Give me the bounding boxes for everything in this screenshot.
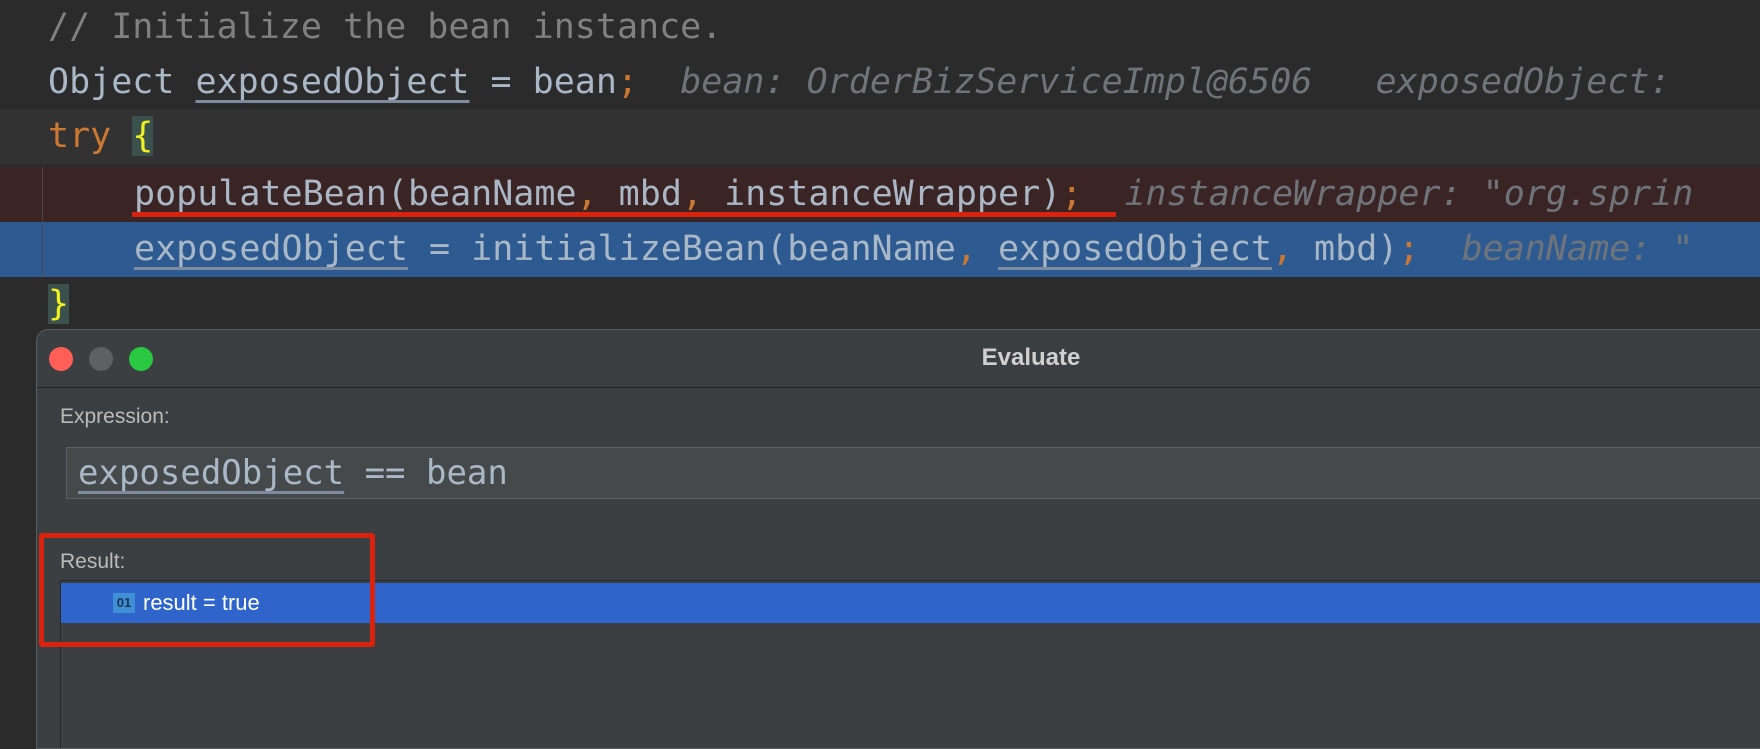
code-token: ,: [1271, 229, 1293, 269]
code-token: exposedObject: [997, 229, 1272, 269]
expression-variable: exposedObject: [78, 453, 345, 493]
code-line[interactable]: Object exposedObject = bean; bean: Order…: [0, 55, 1760, 110]
code-token: exposedObject: [134, 229, 408, 269]
code-line[interactable]: exposedObject = initializeBean(beanName,…: [0, 222, 1760, 277]
inline-value-hint: bean: OrderBizServiceImpl@6506 exposedOb…: [638, 62, 1671, 102]
code-token: }: [48, 284, 70, 324]
code-token: ,: [681, 174, 703, 214]
gutter-divider: [42, 167, 43, 277]
annotation-underline: [132, 212, 1116, 217]
code-token: ;: [616, 62, 639, 102]
code-token: instanceWrapper: [724, 174, 1041, 214]
code-text: Object exposedObject = bean; bean: Order…: [48, 55, 1671, 110]
code-text: try {: [48, 109, 154, 164]
dialog-title: Evaluate: [981, 344, 1081, 371]
expression-label: Expression:: [60, 405, 170, 428]
expression-input[interactable]: exposedObject == bean: [66, 447, 1760, 499]
code-token: ;: [1061, 174, 1083, 214]
code-token: ;: [1398, 229, 1420, 269]
code-token: try: [48, 116, 112, 156]
code-token: ,: [576, 174, 598, 214]
code-token: mbd: [597, 174, 682, 214]
code-token: populateBean: [134, 174, 387, 214]
dialog-titlebar[interactable]: Evaluate: [37, 330, 1760, 388]
code-token: ): [1040, 174, 1062, 214]
annotation-box: [39, 533, 375, 647]
code-text: // Initialize the bean instance.: [48, 0, 722, 55]
code-text: exposedObject = initializeBean(beanName,…: [134, 222, 1693, 277]
code-token: mbd): [1292, 229, 1399, 269]
code-text: }: [48, 277, 70, 332]
inline-value-hint: beanName: ": [1419, 229, 1694, 269]
code-token: ,: [955, 229, 977, 269]
code-token: // Initialize the bean instance.: [48, 7, 723, 47]
expression-rest: == bean: [344, 453, 508, 493]
code-token: = initializeBean(beanName: [407, 229, 956, 269]
code-token: (beanName: [386, 174, 577, 214]
code-token: = bean: [469, 62, 617, 102]
code-token: {: [132, 116, 154, 156]
inline-value-hint: instanceWrapper: "org.sprin: [1082, 174, 1694, 214]
code-line[interactable]: }: [0, 277, 1760, 332]
code-token: Object: [48, 62, 196, 102]
code-line[interactable]: // Initialize the bean instance.: [0, 0, 1760, 55]
code-token: exposedObject: [195, 62, 470, 102]
code-line[interactable]: try {: [0, 109, 1760, 164]
